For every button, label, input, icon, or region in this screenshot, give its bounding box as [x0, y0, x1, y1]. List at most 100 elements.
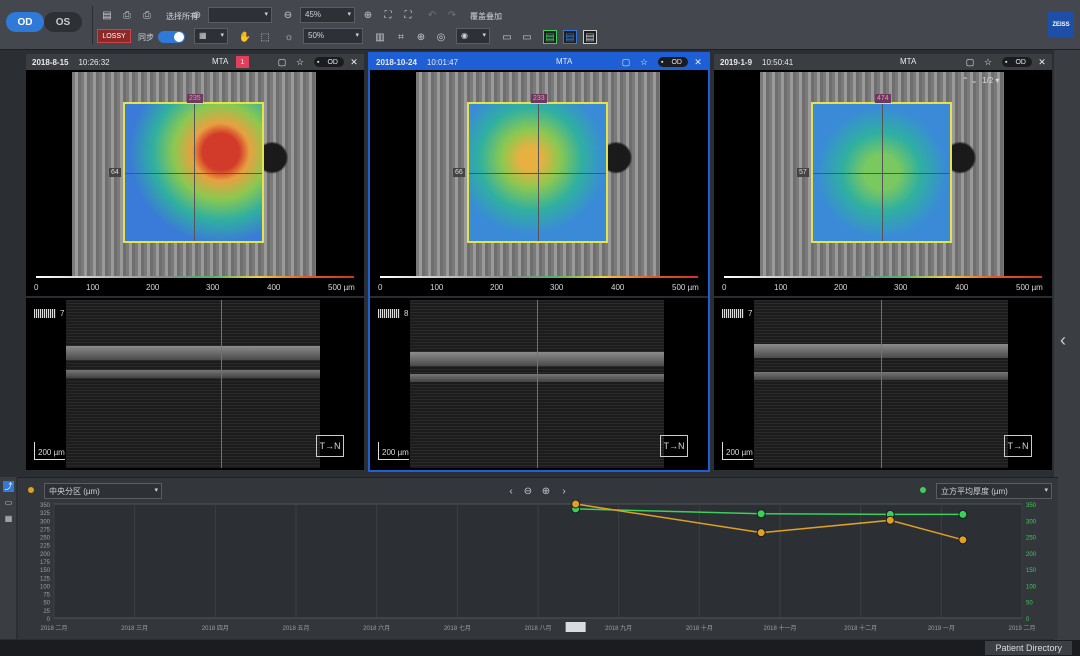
- thickness-map[interactable]: [123, 102, 264, 243]
- trend-panel: 中央分区 (µm) ▾ ‹ ⊖ ⊕ › 立方平均厚度 (µm) ▾ 350 325 30…: [18, 477, 1058, 639]
- left-series-dot: [28, 487, 34, 493]
- divider: [370, 296, 708, 298]
- orientation-icon[interactable]: T→N: [316, 435, 344, 457]
- trend-chart-icon[interactable]: ⤴: [3, 481, 14, 492]
- x-tick-label: 2018 十二月: [844, 624, 877, 632]
- overlay-label[interactable]: 覆盖叠加: [470, 11, 502, 22]
- brightness-icon[interactable]: ☼: [282, 30, 296, 44]
- fundus-image[interactable]: 474 57: [760, 72, 1004, 276]
- columns-icon[interactable]: ▥: [373, 30, 387, 44]
- scale-tick: 500 µm: [328, 283, 355, 292]
- fundus-image[interactable]: 235 64: [72, 72, 316, 276]
- data-point: [958, 509, 968, 519]
- mta-label: MTA: [556, 57, 573, 66]
- comment-icon[interactable]: ▢: [964, 56, 976, 68]
- layout-a-icon[interactable]: ▭: [500, 30, 514, 44]
- data-point: [571, 500, 581, 509]
- eye-os-button[interactable]: OS: [44, 12, 82, 32]
- zoom-in-icon[interactable]: ⊕: [361, 8, 375, 22]
- scan-panel[interactable]: 2018-10-24 10:01:47 MTA ▢ ☆ ▪ OD ✕ 233 6…: [368, 52, 710, 472]
- orientation-icon[interactable]: T→N: [1004, 435, 1032, 457]
- scan-panel[interactable]: 2019-1-9 10:50:41 MTA ▢ ☆ ▪ OD ✕ 474 57 …: [714, 54, 1052, 470]
- y-right-tick-label: 0: [1026, 617, 1030, 623]
- green-layer-icon[interactable]: ▤: [543, 30, 557, 44]
- page-indicator[interactable]: ⌃ ⌄ 1/2 ▾: [962, 76, 999, 85]
- undo-icon[interactable]: ↶: [425, 8, 439, 22]
- y-tick-label: 275: [40, 527, 51, 533]
- monitor-icon[interactable]: ▭: [3, 497, 14, 508]
- scale-tick: 400: [955, 283, 969, 292]
- scale-tick: 100: [774, 283, 788, 292]
- y-right-tick-label: 200: [1026, 552, 1037, 558]
- select-all-icon[interactable]: ⊕: [190, 8, 204, 22]
- barcode-icon: [34, 309, 56, 318]
- left-metric-select[interactable]: 中央分区 (µm) ▾: [44, 483, 162, 499]
- scale-tick: 300: [894, 283, 908, 292]
- scan-panel[interactable]: 2018-8-15 10:26:32 MTA 1 ▢ ☆ ▪ OD ✕ 235 …: [26, 54, 364, 470]
- bracket-icon[interactable]: ⌗: [394, 30, 408, 44]
- pan-icon[interactable]: ✋: [238, 30, 252, 44]
- blue-layer-icon[interactable]: ▤: [563, 30, 577, 44]
- sync-toggle[interactable]: [158, 31, 185, 43]
- trend-zoom-in-icon[interactable]: ⊕: [539, 484, 553, 498]
- trend-zoom-out-icon[interactable]: ⊖: [521, 484, 535, 498]
- zoom-select[interactable]: 45% ▾: [300, 7, 355, 23]
- star-icon[interactable]: ☆: [982, 56, 994, 68]
- top-value-tag: 233: [531, 94, 547, 103]
- select-region-icon[interactable]: ⬚: [258, 30, 272, 44]
- scan-time: 10:26:32: [78, 57, 110, 67]
- fullscreen-icon[interactable]: ⛶: [401, 8, 415, 22]
- layout-b-icon[interactable]: ▭: [520, 30, 534, 44]
- y-tick-label: 350: [40, 503, 51, 509]
- y-right-tick-label: 350: [1026, 503, 1037, 509]
- star-icon[interactable]: ☆: [294, 56, 306, 68]
- circle-icon[interactable]: ◎: [434, 30, 448, 44]
- star-icon[interactable]: ☆: [638, 56, 650, 68]
- map-crosshair: [537, 104, 539, 241]
- redo-icon[interactable]: ↷: [445, 8, 459, 22]
- save-icon[interactable]: ▤: [100, 8, 114, 22]
- panel-header: 2018-8-15 10:26:32 MTA 1 ▢ ☆ ▪ OD ✕: [26, 54, 364, 70]
- print-icon[interactable]: ⎙: [140, 8, 154, 22]
- fit-icon[interactable]: ⛶: [381, 8, 395, 22]
- oct-bscan[interactable]: [754, 300, 1008, 468]
- comment-icon[interactable]: ▢: [620, 56, 632, 68]
- close-icon[interactable]: ✕: [692, 56, 704, 68]
- collapse-chevron-icon[interactable]: ‹: [1060, 330, 1066, 351]
- scale-bar: 200 µm: [722, 442, 753, 460]
- thickness-map[interactable]: [811, 102, 952, 243]
- x-tick-label: 2018 六月: [363, 624, 390, 632]
- lossy-badge: LOSSY: [97, 29, 131, 43]
- thickness-map[interactable]: [467, 102, 608, 243]
- crosshair-icon[interactable]: ⊕: [414, 30, 428, 44]
- export-icon[interactable]: ⎙: [120, 8, 134, 22]
- scale-tick: 200: [834, 283, 848, 292]
- right-metric-select[interactable]: 立方平均厚度 (µm) ▾: [936, 483, 1052, 499]
- y-tick-label: 300: [40, 519, 51, 525]
- contrast-select[interactable]: 50% ▾: [303, 28, 363, 44]
- table-icon[interactable]: ▦: [3, 513, 14, 524]
- layout-select[interactable]: ▾: [208, 7, 272, 23]
- comment-icon[interactable]: ▢: [276, 56, 288, 68]
- trend-sidebar: ⤴ ▭ ▦: [0, 477, 16, 639]
- close-icon[interactable]: ✕: [1036, 56, 1048, 68]
- oct-bscan[interactable]: [66, 300, 320, 468]
- left-value-tag: 64: [109, 168, 121, 177]
- prev-icon[interactable]: ‹: [504, 484, 518, 498]
- barcode-icon: [722, 309, 744, 318]
- eye-od-button[interactable]: OD: [6, 12, 44, 32]
- fundus-image[interactable]: 233 66: [416, 72, 660, 276]
- patient-directory-button[interactable]: Patient Directory: [985, 641, 1072, 655]
- grid-layout-select[interactable]: ▦ ▾: [194, 28, 228, 44]
- y-right-tick-label: 150: [1026, 568, 1037, 574]
- eye-indicator: ▪ OD: [658, 57, 688, 67]
- close-icon[interactable]: ✕: [348, 56, 360, 68]
- white-layer-icon[interactable]: ▤: [583, 30, 597, 44]
- zoom-out-icon[interactable]: ⊖: [281, 8, 295, 22]
- scale-tick: 100: [86, 283, 100, 292]
- y-tick-label: 125: [40, 576, 51, 582]
- orientation-icon[interactable]: T→N: [660, 435, 688, 457]
- oct-bscan[interactable]: [410, 300, 664, 468]
- annotation-select[interactable]: ◉ ▾: [456, 28, 490, 44]
- next-icon[interactable]: ›: [557, 484, 571, 498]
